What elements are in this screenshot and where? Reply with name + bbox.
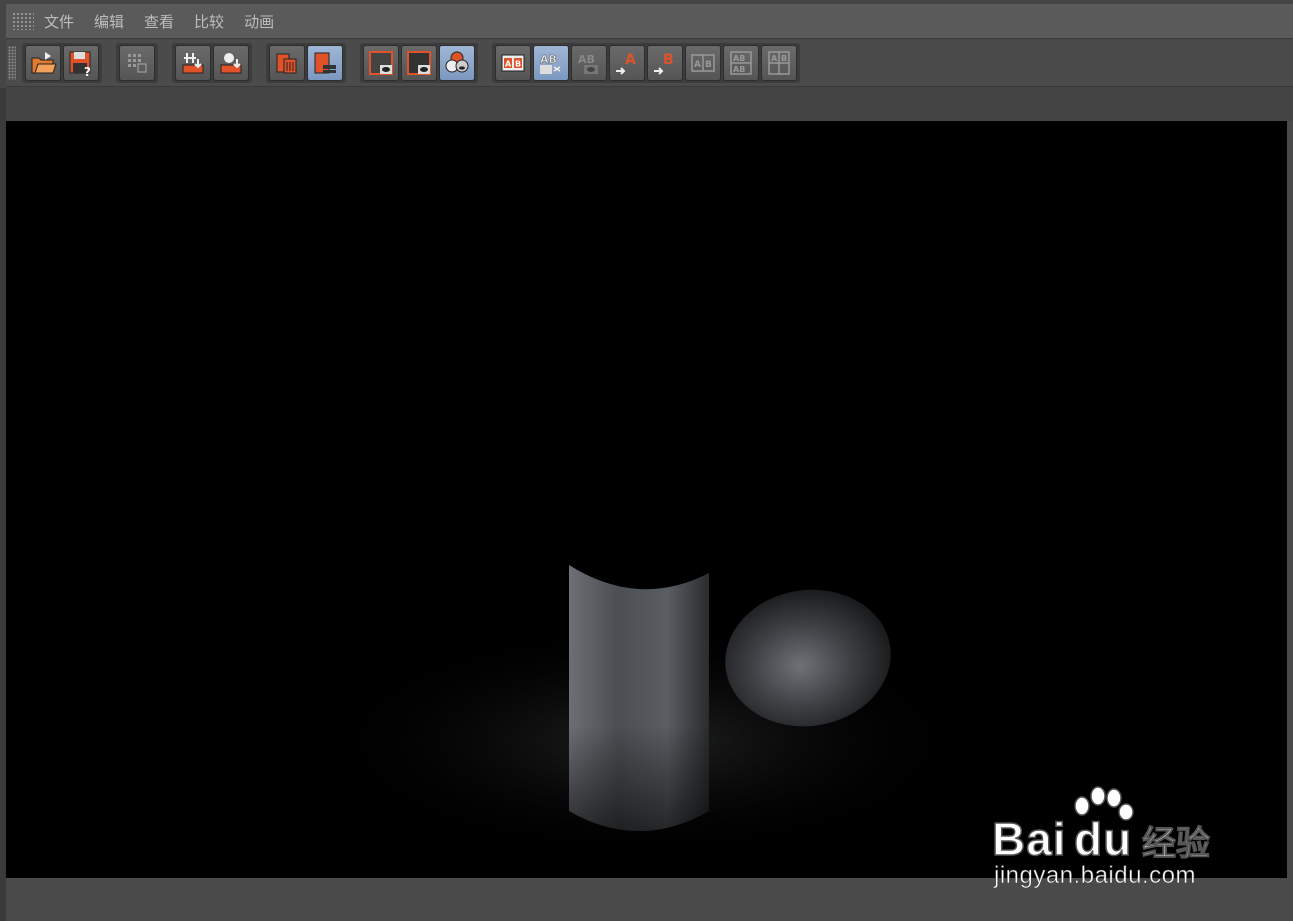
delete-all-button[interactable] bbox=[307, 45, 343, 81]
keep-image-button[interactable] bbox=[175, 45, 211, 81]
grid-options-button[interactable] bbox=[119, 45, 155, 81]
watermark-url: jingyan.baidu.com bbox=[994, 862, 1196, 890]
svg-text:A: A bbox=[694, 60, 701, 70]
ab-wipe-button[interactable]: AB bbox=[533, 45, 569, 81]
menu-view[interactable]: 查看 bbox=[144, 11, 174, 32]
toolbar-group-file: ? bbox=[22, 43, 102, 83]
menu-file[interactable]: 文件 bbox=[44, 11, 74, 32]
svg-text:A: A bbox=[625, 52, 636, 68]
svg-text:?: ? bbox=[84, 65, 91, 77]
rgb-circles-icon bbox=[445, 51, 469, 73]
ab-horizontal-icon: A B bbox=[691, 54, 715, 72]
set-a-button[interactable]: A bbox=[609, 45, 645, 81]
toolbar-group-delete bbox=[266, 43, 346, 83]
right-panel-edge bbox=[1287, 121, 1293, 878]
display-alpha-button[interactable] bbox=[401, 45, 437, 81]
render-view-window: 文件 编辑 查看 比较 动画 ? A B AB AB A B A B AB AB… bbox=[0, 0, 1293, 921]
save-image-button[interactable]: ? bbox=[63, 45, 99, 81]
menu-compare[interactable]: 比较 bbox=[194, 11, 224, 32]
svg-text:B: B bbox=[781, 54, 787, 63]
menu-edit[interactable]: 编辑 bbox=[94, 11, 124, 32]
grid-icon bbox=[128, 54, 147, 73]
keep-image-icon bbox=[182, 53, 204, 74]
display-alpha-eye-icon bbox=[407, 51, 431, 75]
svg-text:AB: AB bbox=[733, 65, 745, 74]
ab-quad-icon: A B bbox=[768, 51, 790, 75]
set-a-icon: A bbox=[616, 52, 636, 75]
ab-overlay-button[interactable]: AB bbox=[571, 45, 607, 81]
render-image bbox=[316, 565, 976, 861]
menu-grip-icon[interactable] bbox=[12, 12, 34, 30]
remove-image-icon bbox=[220, 53, 242, 74]
svg-text:AB: AB bbox=[733, 54, 745, 63]
info-strip bbox=[6, 87, 1293, 121]
ab-vertical-icon: AB AB bbox=[730, 51, 752, 75]
toolbar-grip-icon[interactable] bbox=[8, 46, 16, 80]
svg-text:A: A bbox=[771, 54, 778, 63]
cylinder-object bbox=[569, 565, 709, 831]
ab-compare-button[interactable]: A B bbox=[495, 45, 531, 81]
svg-text:B: B bbox=[515, 60, 521, 69]
ab-wipe-icon: AB bbox=[540, 53, 561, 74]
toolbar-group-display bbox=[360, 43, 478, 83]
display-rgb-button[interactable] bbox=[363, 45, 399, 81]
svg-text:A: A bbox=[505, 60, 512, 69]
remove-image-button[interactable] bbox=[213, 45, 249, 81]
display-eye-icon bbox=[369, 51, 393, 75]
watermark-brand-cn: 经验 bbox=[1142, 824, 1211, 865]
svg-text:AB: AB bbox=[540, 53, 557, 66]
trash-list-icon bbox=[314, 52, 336, 74]
ab-overlay-icon: AB bbox=[578, 53, 598, 74]
ab-quad-button[interactable]: A B bbox=[761, 45, 797, 81]
set-b-icon: B bbox=[654, 52, 674, 75]
ab-vertical-button[interactable]: AB AB bbox=[723, 45, 759, 81]
menu-bar: 文件 编辑 查看 比较 动画 bbox=[6, 4, 1293, 39]
svg-text:B: B bbox=[663, 52, 674, 68]
svg-text:B: B bbox=[705, 60, 712, 70]
toolbar-group-keep bbox=[172, 43, 252, 83]
toolbar-group-grid bbox=[116, 43, 158, 83]
toolbar: ? A B AB AB A B A B AB AB A B bbox=[6, 40, 1293, 87]
watermark-brand-latin: Bai bbox=[991, 812, 1067, 866]
render-viewport[interactable] bbox=[6, 121, 1287, 878]
color-channels-button[interactable] bbox=[439, 45, 475, 81]
watermark-brand-paw: du bbox=[1073, 812, 1133, 866]
trash-icon bbox=[276, 53, 297, 74]
toolbar-group-compare: A B AB AB A B A B AB AB A B bbox=[492, 43, 800, 83]
delete-image-button[interactable] bbox=[269, 45, 305, 81]
ab-compare-icon: A B bbox=[501, 54, 525, 72]
menu-animation[interactable]: 动画 bbox=[244, 11, 274, 32]
ab-horizontal-button[interactable]: A B bbox=[685, 45, 721, 81]
save-disk-icon: ? bbox=[69, 51, 91, 77]
set-b-button[interactable]: B bbox=[647, 45, 683, 81]
open-folder-icon bbox=[31, 52, 57, 74]
baidu-watermark: Bai du 经验 jingyan.baidu.com bbox=[991, 784, 1232, 894]
svg-text:AB: AB bbox=[578, 53, 595, 66]
open-image-button[interactable] bbox=[25, 45, 61, 81]
